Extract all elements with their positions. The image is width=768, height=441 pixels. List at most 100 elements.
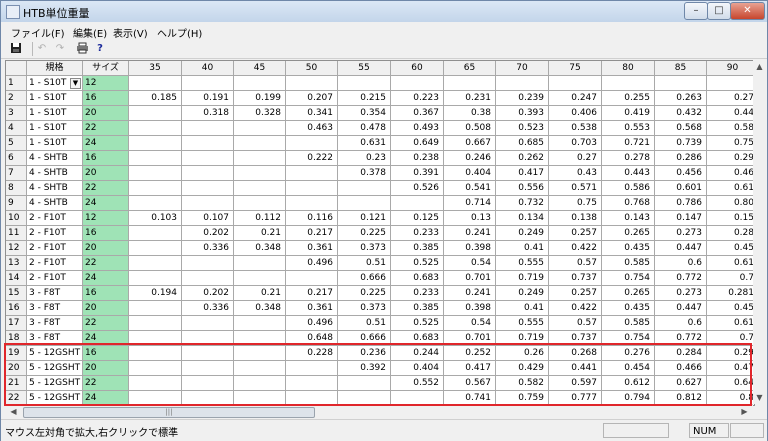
weight-cell[interactable]: 0.404 [391, 361, 444, 376]
column-header[interactable]: サイズ [83, 61, 129, 76]
weight-cell[interactable]: 0.737 [549, 271, 602, 286]
weight-cell[interactable]: 0.601 [655, 181, 707, 196]
size-cell[interactable]: 16 [83, 151, 129, 166]
row-number[interactable]: 2 [6, 91, 27, 106]
weight-cell[interactable]: 0.478 [338, 121, 391, 136]
weight-cell[interactable]: 0.754 [602, 331, 655, 346]
weight-cell[interactable] [182, 121, 234, 136]
weight-cell[interactable]: 0.328 [234, 106, 286, 121]
weight-cell[interactable]: 0.57 [549, 316, 602, 331]
weight-cell[interactable]: 0.649 [391, 136, 444, 151]
save-icon[interactable] [9, 42, 23, 55]
weight-cell[interactable]: 0.582 [496, 376, 549, 391]
weight-cell[interactable] [182, 361, 234, 376]
weight-cell[interactable]: 0.553 [602, 121, 655, 136]
weight-cell[interactable] [182, 166, 234, 181]
weight-cell[interactable]: 0.268 [549, 346, 602, 361]
weight-cell[interactable]: 0.41 [496, 241, 549, 256]
weight-cell[interactable]: 0.61 [707, 181, 754, 196]
weight-cell[interactable]: 0.666 [338, 271, 391, 286]
vertical-scrollbar[interactable]: ▲ ▼ [753, 60, 767, 404]
weight-cell[interactable] [129, 331, 182, 346]
weight-cell[interactable]: 0.80 [707, 196, 754, 211]
horizontal-scrollbar[interactable]: ◀ ||| ▶ [5, 404, 753, 418]
weight-cell[interactable]: 0.202 [182, 226, 234, 241]
size-cell[interactable]: 24 [83, 271, 129, 286]
weight-cell[interactable]: 0.21 [234, 226, 286, 241]
weight-cell[interactable]: 0.236 [338, 346, 391, 361]
weight-cell[interactable]: 0.51 [338, 316, 391, 331]
weight-cell[interactable]: 0.265 [602, 286, 655, 301]
weight-cell[interactable] [496, 76, 549, 91]
weight-cell[interactable]: 0.26 [496, 346, 549, 361]
weight-cell[interactable] [182, 256, 234, 271]
weight-cell[interactable]: 0.555 [496, 256, 549, 271]
weight-cell[interactable]: 0.336 [182, 301, 234, 316]
weight-cell[interactable]: 0.373 [338, 241, 391, 256]
column-header[interactable]: 40 [182, 61, 234, 76]
weight-cell[interactable] [234, 331, 286, 346]
spec-cell[interactable]: 5 - 12GSHT [27, 376, 83, 391]
weight-cell[interactable]: 0.28 [707, 226, 754, 241]
weight-cell[interactable]: 0.786 [655, 196, 707, 211]
weight-cell[interactable]: 0.463 [286, 121, 338, 136]
row-number[interactable]: 6 [6, 151, 27, 166]
weight-cell[interactable]: 0.238 [391, 151, 444, 166]
weight-cell[interactable]: 0.456 [655, 166, 707, 181]
spec-cell[interactable]: 4 - SHTB [27, 196, 83, 211]
weight-cell[interactable]: 0.567 [444, 376, 496, 391]
spec-cell[interactable]: 3 - F8T [27, 331, 83, 346]
weight-cell[interactable]: 0.13 [444, 211, 496, 226]
row-number[interactable]: 14 [6, 271, 27, 286]
weight-cell[interactable]: 0.496 [286, 316, 338, 331]
weight-cell[interactable]: 0.252 [444, 346, 496, 361]
column-header[interactable]: 55 [338, 61, 391, 76]
weight-cell[interactable]: 0.262 [496, 151, 549, 166]
weight-cell[interactable]: 0.683 [391, 271, 444, 286]
spec-cell[interactable]: 5 - 12GSHT [27, 346, 83, 361]
weight-cell[interactable]: 0.525 [391, 256, 444, 271]
weight-cell[interactable] [129, 76, 182, 91]
weight-cell[interactable]: 0.191 [182, 91, 234, 106]
weight-cell[interactable] [234, 136, 286, 151]
size-cell[interactable]: 16 [83, 226, 129, 241]
row-number[interactable]: 1 [6, 76, 27, 91]
size-cell[interactable]: 22 [83, 316, 129, 331]
weight-cell[interactable] [129, 181, 182, 196]
weight-cell[interactable] [234, 376, 286, 391]
weight-cell[interactable] [234, 166, 286, 181]
weight-cell[interactable]: 0.627 [655, 376, 707, 391]
weight-cell[interactable] [338, 196, 391, 211]
weight-cell[interactable] [129, 196, 182, 211]
weight-cell[interactable]: 0.57 [549, 256, 602, 271]
weight-cell[interactable]: 0.241 [444, 226, 496, 241]
scroll-right-icon[interactable]: ▶ [738, 405, 751, 418]
column-header[interactable]: 85 [655, 61, 707, 76]
maximize-button[interactable]: □ [707, 2, 731, 20]
weight-cell[interactable]: 0.429 [496, 361, 549, 376]
weight-cell[interactable]: 0.27 [707, 91, 754, 106]
weight-cell[interactable]: 0.367 [391, 106, 444, 121]
weight-cell[interactable] [182, 331, 234, 346]
weight-cell[interactable] [129, 271, 182, 286]
spec-cell[interactable]: 1 - S10T [27, 91, 83, 106]
size-cell[interactable]: 16 [83, 286, 129, 301]
row-number[interactable]: 8 [6, 181, 27, 196]
spec-cell[interactable]: 1 - S10T [27, 106, 83, 121]
weight-cell[interactable]: 0.714 [444, 196, 496, 211]
weight-cell[interactable]: 0.284 [655, 346, 707, 361]
weight-cell[interactable]: 0.44 [707, 106, 754, 121]
weight-cell[interactable]: 0.612 [602, 376, 655, 391]
weight-cell[interactable]: 0.7 [707, 331, 754, 346]
weight-cell[interactable]: 0.138 [549, 211, 602, 226]
scroll-left-icon[interactable]: ◀ [7, 405, 20, 418]
weight-cell[interactable] [602, 76, 655, 91]
weight-cell[interactable] [234, 256, 286, 271]
menu-view[interactable]: 表示(V) [113, 25, 148, 40]
horizontal-scroll-thumb[interactable]: ||| [23, 407, 315, 418]
spec-cell[interactable]: 4 - SHTB [27, 181, 83, 196]
weight-cell[interactable]: 0.54 [444, 316, 496, 331]
weight-cell[interactable] [129, 106, 182, 121]
weight-cell[interactable] [129, 256, 182, 271]
weight-cell[interactable]: 0.417 [444, 361, 496, 376]
